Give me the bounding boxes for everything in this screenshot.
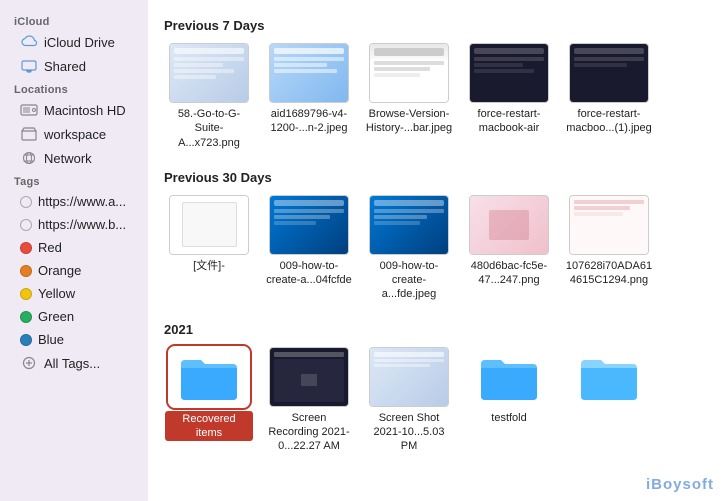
file-item[interactable]: 107628i70ADA61 4615C1294.png [564, 195, 654, 302]
file-name: testfold [491, 411, 526, 425]
network-icon [20, 150, 38, 166]
sidebar: iCloud iCloud Drive Shared Locations [0, 0, 148, 501]
file-item[interactable]: [文件]- [164, 195, 254, 302]
file-item[interactable]: Browse-Version-History-...bar.jpeg [364, 43, 454, 150]
tag-red-label: Red [38, 240, 62, 255]
tag-url1-icon [20, 196, 32, 208]
sidebar-item-tag-url2[interactable]: https://www.b... [6, 214, 142, 235]
file-thumb [469, 43, 549, 103]
macintosh-hd-icon [20, 102, 38, 118]
file-item[interactable]: 009-how-to-create-a...fde.jpeg [364, 195, 454, 302]
tag-url2-icon [20, 219, 32, 231]
file-grid-30days: [文件]- 009-how-to-create-a...04fcfde [164, 195, 706, 302]
icloud-header: iCloud [0, 10, 148, 30]
file-thumb [469, 347, 549, 407]
tag-green-icon [20, 311, 32, 323]
file-item[interactable]: force-restart-macbook-air [464, 43, 554, 150]
tag-yellow-label: Yellow [38, 286, 75, 301]
sidebar-item-network[interactable]: Network [6, 147, 142, 169]
file-thumb [569, 347, 649, 407]
file-name: 58.-Go-to-G-Suite-A...x723.png [165, 107, 253, 150]
file-item-testfold[interactable]: testfold [464, 347, 554, 454]
tag-url1-label: https://www.a... [38, 194, 126, 209]
sidebar-item-workspace[interactable]: workspace [6, 123, 142, 145]
file-name: force-restart-macboo...(1).jpeg [565, 107, 653, 136]
file-item[interactable]: 009-how-to-create-a...04fcfde [264, 195, 354, 302]
file-thumb [169, 347, 249, 407]
sidebar-item-tag-all[interactable]: All Tags... [6, 352, 142, 374]
tags-header: Tags [0, 170, 148, 190]
file-name: 480d6bac-fc5e-47...247.png [465, 259, 553, 288]
icloud-drive-label: iCloud Drive [44, 35, 115, 50]
file-thumb [169, 43, 249, 103]
workspace-icon [20, 126, 38, 142]
workspace-label: workspace [44, 127, 106, 142]
tag-orange-label: Orange [38, 263, 81, 278]
shared-label: Shared [44, 59, 86, 74]
file-grid-7days: 58.-Go-to-G-Suite-A...x723.png aid168979… [164, 43, 706, 150]
file-name: [文件]- [193, 259, 225, 273]
sidebar-item-shared[interactable]: Shared [6, 55, 142, 77]
file-item[interactable]: 480d6bac-fc5e-47...247.png [464, 195, 554, 302]
file-item[interactable]: Screen Shot 2021-10...5.03 PM [364, 347, 454, 454]
sidebar-item-tag-blue[interactable]: Blue [6, 329, 142, 350]
file-name: Screen Shot 2021-10...5.03 PM [365, 411, 453, 454]
file-thumb [269, 347, 349, 407]
file-name: aid1689796-v4-1200-...n-2.jpeg [265, 107, 353, 136]
file-name: Browse-Version-History-...bar.jpeg [365, 107, 453, 136]
shared-icon [20, 58, 38, 74]
tag-orange-icon [20, 265, 32, 277]
main-content: Previous 7 Days 58.-Go-to-G-Suite-A...x7 [148, 0, 722, 501]
sidebar-item-macintosh-hd[interactable]: Macintosh HD [6, 99, 142, 121]
file-thumb [569, 43, 649, 103]
file-grid-2021: Recovered items Screen Recording 2021-0.… [164, 347, 706, 454]
section-2021: 2021 Recovered items [164, 322, 706, 454]
file-item[interactable]: aid1689796-v4-1200-...n-2.jpeg [264, 43, 354, 150]
file-thumb [269, 195, 349, 255]
file-thumb [369, 43, 449, 103]
file-thumb [269, 43, 349, 103]
tag-url2-label: https://www.b... [38, 217, 126, 232]
file-item[interactable]: 58.-Go-to-G-Suite-A...x723.png [164, 43, 254, 150]
file-name: 009-how-to-create-a...fde.jpeg [365, 259, 453, 302]
section-30days: Previous 30 Days [文件]- [164, 170, 706, 302]
section-7days-label: Previous 7 Days [164, 18, 706, 33]
file-name: Recovered items [165, 411, 253, 442]
locations-header: Locations [0, 78, 148, 98]
file-item[interactable] [564, 347, 654, 454]
tag-blue-label: Blue [38, 332, 64, 347]
file-name: 107628i70ADA61 4615C1294.png [565, 259, 653, 288]
file-name: 009-how-to-create-a...04fcfde [265, 259, 353, 288]
sidebar-item-tag-red[interactable]: Red [6, 237, 142, 258]
section-2021-label: 2021 [164, 322, 706, 337]
tag-green-label: Green [38, 309, 74, 324]
file-thumb [169, 195, 249, 255]
sidebar-item-icloud-drive[interactable]: iCloud Drive [6, 31, 142, 53]
file-thumb [569, 195, 649, 255]
file-item[interactable]: Screen Recording 2021-0...22.27 AM [264, 347, 354, 454]
section-7days: Previous 7 Days 58.-Go-to-G-Suite-A...x7 [164, 18, 706, 150]
file-thumb [469, 195, 549, 255]
sidebar-item-tag-yellow[interactable]: Yellow [6, 283, 142, 304]
file-thumb [369, 347, 449, 407]
tag-red-icon [20, 242, 32, 254]
tag-yellow-icon [20, 288, 32, 300]
tag-blue-icon [20, 334, 32, 346]
network-label: Network [44, 151, 92, 166]
tag-all-icon [20, 355, 38, 371]
sidebar-item-tag-url1[interactable]: https://www.a... [6, 191, 142, 212]
macintosh-hd-label: Macintosh HD [44, 103, 126, 118]
icloud-drive-icon [20, 34, 38, 50]
section-30days-label: Previous 30 Days [164, 170, 706, 185]
tag-all-label: All Tags... [44, 356, 100, 371]
file-name: force-restart-macbook-air [465, 107, 553, 136]
sidebar-item-tag-green[interactable]: Green [6, 306, 142, 327]
file-name: Screen Recording 2021-0...22.27 AM [265, 411, 353, 454]
file-item[interactable]: force-restart-macboo...(1).jpeg [564, 43, 654, 150]
file-item-recovered[interactable]: Recovered items [164, 347, 254, 454]
sidebar-item-tag-orange[interactable]: Orange [6, 260, 142, 281]
file-thumb [369, 195, 449, 255]
